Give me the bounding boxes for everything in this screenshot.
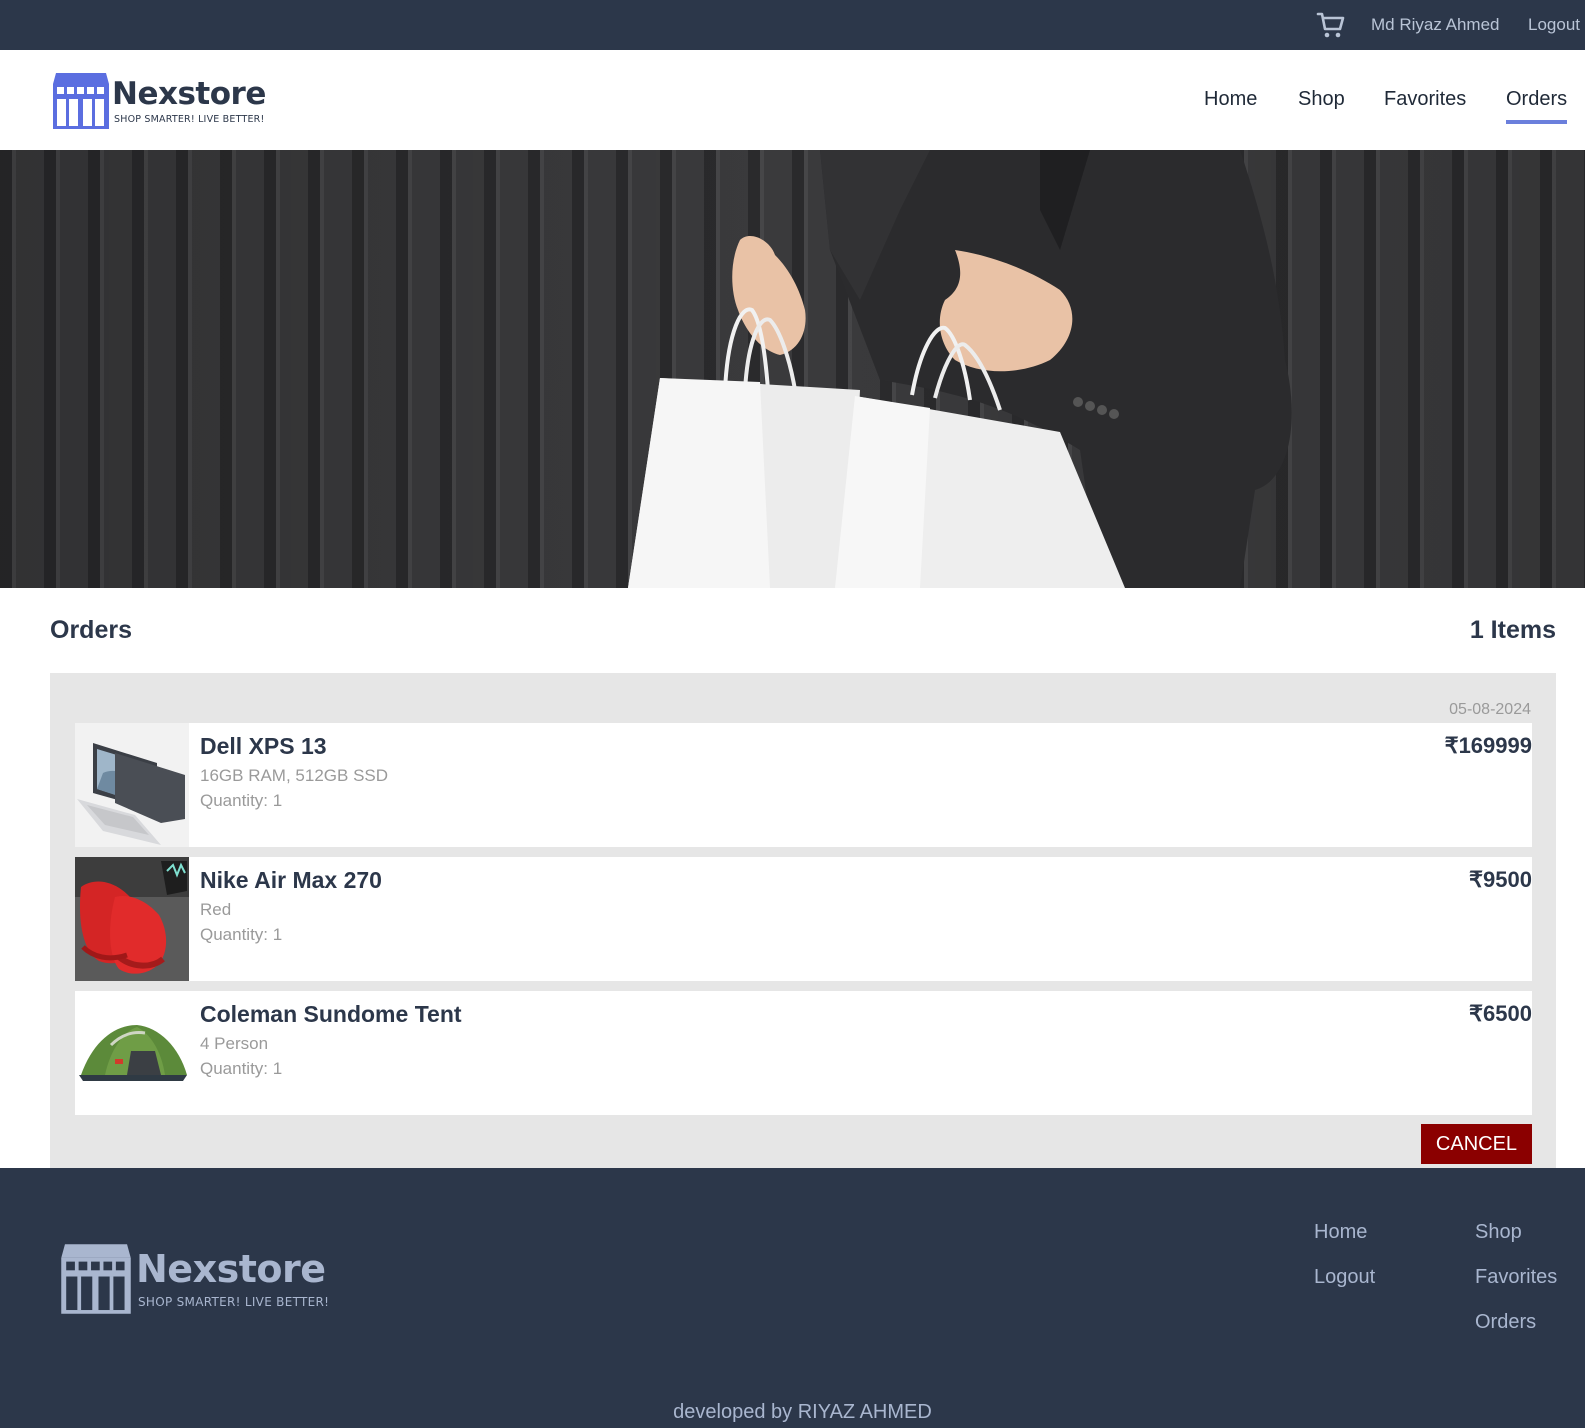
footer-brand-tagline: SHOP SMARTER! LIVE BETTER!	[138, 1295, 330, 1309]
nav-home[interactable]: Home	[1204, 88, 1257, 111]
orders-title: Orders	[50, 616, 132, 644]
cancel-order-button[interactable]: CANCEL	[1421, 1124, 1532, 1164]
red-sneakers-image	[75, 857, 189, 981]
developer-credit: developed by RIYAZ AHMED	[673, 1401, 932, 1423]
nav-orders[interactable]: Orders	[1506, 88, 1567, 111]
order-item[interactable]: Dell XPS 13 16GB RAM, 512GB SSD Quantity…	[75, 723, 1532, 847]
items-count: 1 Items	[1469, 616, 1556, 644]
item-price: ₹6500	[1469, 1001, 1532, 1026]
item-name[interactable]: Nike Air Max 270	[200, 867, 382, 894]
footer-link-shop[interactable]: Shop	[1475, 1221, 1522, 1244]
nav-active-indicator	[1506, 120, 1567, 124]
order-date: 05-08-2024	[1449, 701, 1531, 718]
order-item[interactable]: Nike Air Max 270 Red Quantity: 1 ₹9500	[75, 857, 1532, 981]
footer-link-orders[interactable]: Orders	[1475, 1311, 1536, 1334]
item-quantity: Quantity: 1	[200, 1059, 283, 1078]
footer-brand-name: Nexstore	[136, 1247, 326, 1291]
order-card: 05-08-2024 Dell XPS 13 16GB RAM, 512GB S…	[50, 673, 1556, 1168]
user-name-link[interactable]: Md Riyaz Ahmed	[1371, 15, 1500, 35]
item-price: ₹169999	[1444, 733, 1532, 758]
item-variant: 16GB RAM, 512GB SSD	[200, 766, 389, 785]
site-footer: Nexstore SHOP SMARTER! LIVE BETTER! Home…	[0, 1168, 1585, 1428]
footer-link-home[interactable]: Home	[1314, 1221, 1367, 1244]
brand-logo[interactable]: Nexstore SHOP SMARTER! LIVE BETTER!	[52, 72, 274, 130]
item-name[interactable]: Dell XPS 13	[200, 733, 327, 760]
item-variant: 4 Person	[200, 1034, 269, 1053]
logout-link[interactable]: Logout	[1528, 15, 1580, 35]
item-price: ₹9500	[1469, 867, 1532, 892]
storefront-icon	[53, 73, 109, 129]
footer-brand-logo[interactable]: Nexstore SHOP SMARTER! LIVE BETTER!	[60, 1243, 340, 1315]
hero-banner-image	[0, 150, 1585, 588]
item-quantity: Quantity: 1	[200, 925, 283, 944]
order-item[interactable]: Coleman Sundome Tent 4 Person Quantity: …	[75, 991, 1532, 1115]
brand-name: Nexstore	[112, 76, 266, 112]
cart-icon[interactable]	[1316, 10, 1346, 40]
nav-shop[interactable]: Shop	[1298, 88, 1345, 111]
footer-link-favorites[interactable]: Favorites	[1475, 1266, 1557, 1289]
item-variant: Red	[200, 900, 232, 919]
laptop-image	[75, 723, 189, 847]
top-bar: Md Riyaz Ahmed Logout	[0, 0, 1585, 50]
nav-favorites[interactable]: Favorites	[1384, 88, 1466, 111]
item-quantity: Quantity: 1	[200, 791, 283, 810]
storefront-icon	[61, 1244, 131, 1314]
item-name[interactable]: Coleman Sundome Tent	[200, 1001, 462, 1028]
footer-link-logout[interactable]: Logout	[1314, 1266, 1375, 1289]
tent-image	[75, 991, 189, 1115]
brand-tagline: SHOP SMARTER! LIVE BETTER!	[114, 114, 265, 125]
